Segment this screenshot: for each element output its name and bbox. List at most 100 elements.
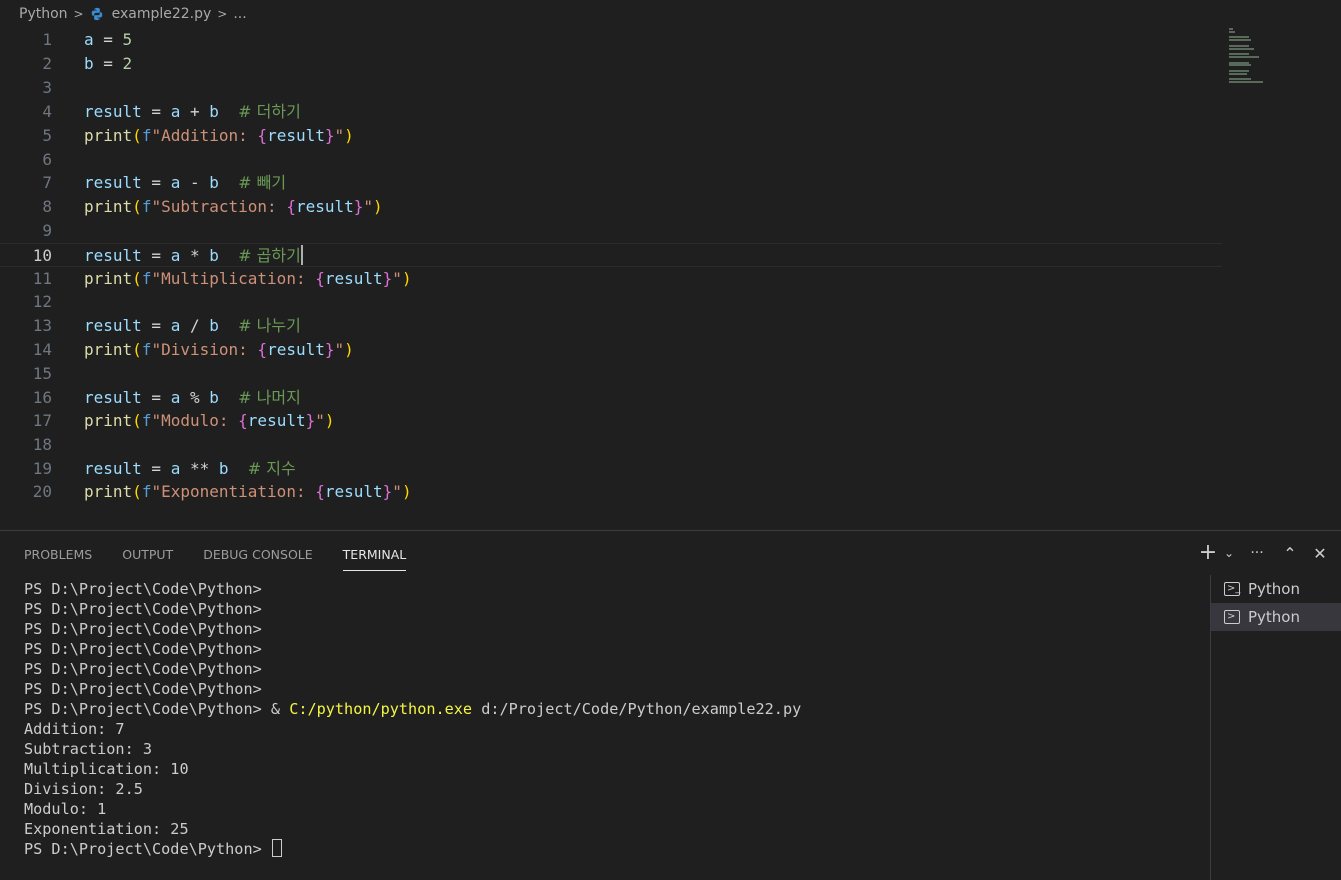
minimap-line (1229, 44, 1249, 47)
code-text: a = 5 (84, 30, 133, 49)
line-number: 13 (32, 316, 52, 335)
terminal-line: PS D:\Project\Code\Python> (24, 580, 262, 598)
code-text: result = a + b # 더하기 (84, 102, 301, 121)
code-text: print(f"Addition: {result}") (84, 126, 354, 145)
chevron-down-icon[interactable]: ⌄ (1219, 546, 1239, 560)
line-number: 10 (32, 246, 52, 265)
code-line[interactable]: 5 print(f"Addition: {result}") (0, 124, 1222, 148)
text-cursor (300, 245, 303, 265)
code-line[interactable]: 13 result = a / b # 나누기 (0, 314, 1222, 338)
line-number: 7 (42, 173, 52, 192)
code-text: print(f"Subtraction: {result}") (84, 197, 383, 216)
minimap-line (1229, 61, 1249, 64)
code-text: print(f"Exponentiation: {result}") (84, 482, 412, 501)
maximize-panel-button[interactable]: ⌃ (1275, 544, 1305, 563)
line-number: 3 (42, 78, 52, 97)
terminal-output[interactable]: PS D:\Project\Code\Python> PS D:\Project\… (24, 579, 1204, 859)
code-line[interactable]: 3 (0, 76, 1222, 100)
code-text: result = a * b # 곱하기 (84, 245, 303, 265)
tab-debug-console[interactable]: DEBUG CONSOLE (203, 531, 312, 571)
code-line[interactable]: 14 print(f"Division: {result}") (0, 338, 1222, 362)
terminal-cursor (271, 839, 282, 857)
close-panel-button[interactable]: ✕ (1305, 544, 1335, 563)
code-text: result = a - b # 빼기 (84, 173, 287, 192)
bottom-panel: PROBLEMS OUTPUT DEBUG CONSOLE TERMINAL + ⌄ … (0, 530, 1341, 880)
terminal-line: PS D:\Project\Code\Python> (24, 620, 262, 638)
line-number: 20 (32, 482, 52, 501)
code-line[interactable]: 11 print(f"Multiplication: {result}") (0, 267, 1222, 291)
code-line[interactable]: 2 b = 2 (0, 52, 1222, 76)
terminal-line: Multiplication: 10 (24, 760, 189, 778)
terminal-line: PS D:\Project\Code\Python> (24, 660, 262, 678)
code-line[interactable]: 15 (0, 362, 1222, 386)
code-line[interactable]: 10 result = a * b # 곱하기 (0, 243, 1222, 267)
line-number: 5 (42, 126, 52, 145)
code-line[interactable]: 9 (0, 219, 1222, 243)
code-line[interactable]: 12 (0, 290, 1222, 314)
tab-problems[interactable]: PROBLEMS (24, 531, 92, 571)
minimap-line (1229, 72, 1247, 75)
line-number: 9 (42, 221, 52, 240)
code-text: result = a / b # 나누기 (84, 316, 301, 335)
minimap-line (1229, 47, 1254, 50)
minimap-line (1229, 78, 1251, 81)
terminal-list: >_ Python > Python (1210, 575, 1341, 880)
code-text: b = 2 (84, 54, 133, 73)
panel-tabs: PROBLEMS OUTPUT DEBUG CONSOLE TERMINAL (24, 531, 436, 575)
more-actions-icon[interactable]: ··· (1239, 545, 1275, 561)
terminal-line: PS D:\Project\Code\Python> (24, 680, 262, 698)
line-number: 1 (42, 30, 52, 49)
code-text: print(f"Division: {result}") (84, 340, 354, 359)
line-number: 16 (32, 388, 52, 407)
terminal-line: Subtraction: 3 (24, 740, 153, 758)
code-line[interactable]: 7 result = a - b # 빼기 (0, 171, 1222, 195)
code-text: print(f"Multiplication: {result}") (84, 269, 412, 288)
breadcrumb-file[interactable]: example22.py (112, 6, 212, 22)
line-number: 17 (32, 411, 52, 430)
minimap-line (1229, 36, 1249, 39)
tab-terminal[interactable]: TERMINAL (342, 531, 407, 571)
code-line[interactable]: 19 result = a ** b # 지수 (0, 457, 1222, 481)
terminal-instance[interactable]: > Python (1211, 603, 1341, 631)
code-editor[interactable]: 1 a = 5 2 b = 2 3 4 result = a + b # 더하기 5 print… (0, 28, 1341, 528)
code-line[interactable]: 4 result = a + b # 더하기 (0, 100, 1222, 124)
breadcrumb: Python > example22.py > ... (0, 0, 1341, 28)
terminal-line: Addition: 7 (24, 720, 125, 738)
minimap-line (1229, 39, 1251, 42)
breadcrumb-folder[interactable]: Python (19, 6, 68, 22)
code-line[interactable]: 17 print(f"Modulo: {result}") (0, 409, 1222, 433)
minimap[interactable] (1229, 28, 1269, 84)
terminal-line: PS D:\Project\Code\Python> (24, 839, 1204, 859)
chevron-right-icon: > (217, 7, 228, 21)
terminal-line: PS D:\Project\Code\Python> & C:/python/p… (24, 700, 802, 718)
minimap-line (1229, 28, 1233, 30)
minimap-line (1229, 30, 1235, 33)
line-number: 2 (42, 54, 52, 73)
line-number: 15 (32, 364, 52, 383)
line-number: 14 (32, 340, 52, 359)
terminal-instance-label: Python (1248, 608, 1300, 626)
line-number: 12 (32, 292, 52, 311)
code-line[interactable]: 18 (0, 433, 1222, 457)
code-line[interactable]: 16 result = a % b # 나머지 (0, 386, 1222, 410)
minimap-line (1229, 55, 1259, 58)
line-number: 11 (32, 269, 52, 288)
terminal-icon: > (1224, 610, 1240, 624)
terminal-line: PS D:\Project\Code\Python> (24, 640, 262, 658)
terminal-instance-label: Python (1248, 580, 1300, 598)
terminal-instance[interactable]: >_ Python (1211, 575, 1341, 603)
minimap-line (1229, 64, 1251, 67)
minimap-line (1229, 69, 1249, 72)
terminal-line: Division: 2.5 (24, 780, 143, 798)
code-line[interactable]: 8 print(f"Subtraction: {result}") (0, 195, 1222, 219)
code-text: print(f"Modulo: {result}") (84, 411, 335, 430)
tab-output[interactable]: OUTPUT (122, 531, 173, 571)
code-line[interactable]: 6 (0, 148, 1222, 172)
breadcrumb-symbol[interactable]: ... (233, 6, 246, 22)
line-number: 8 (42, 197, 52, 216)
new-terminal-button[interactable]: + (1197, 542, 1219, 564)
code-line[interactable]: 20 print(f"Exponentiation: {result}") (0, 480, 1222, 504)
terminal-powershell-icon: >_ (1224, 582, 1240, 596)
minimap-line (1229, 53, 1249, 56)
code-line[interactable]: 1 a = 5 (0, 28, 1222, 52)
